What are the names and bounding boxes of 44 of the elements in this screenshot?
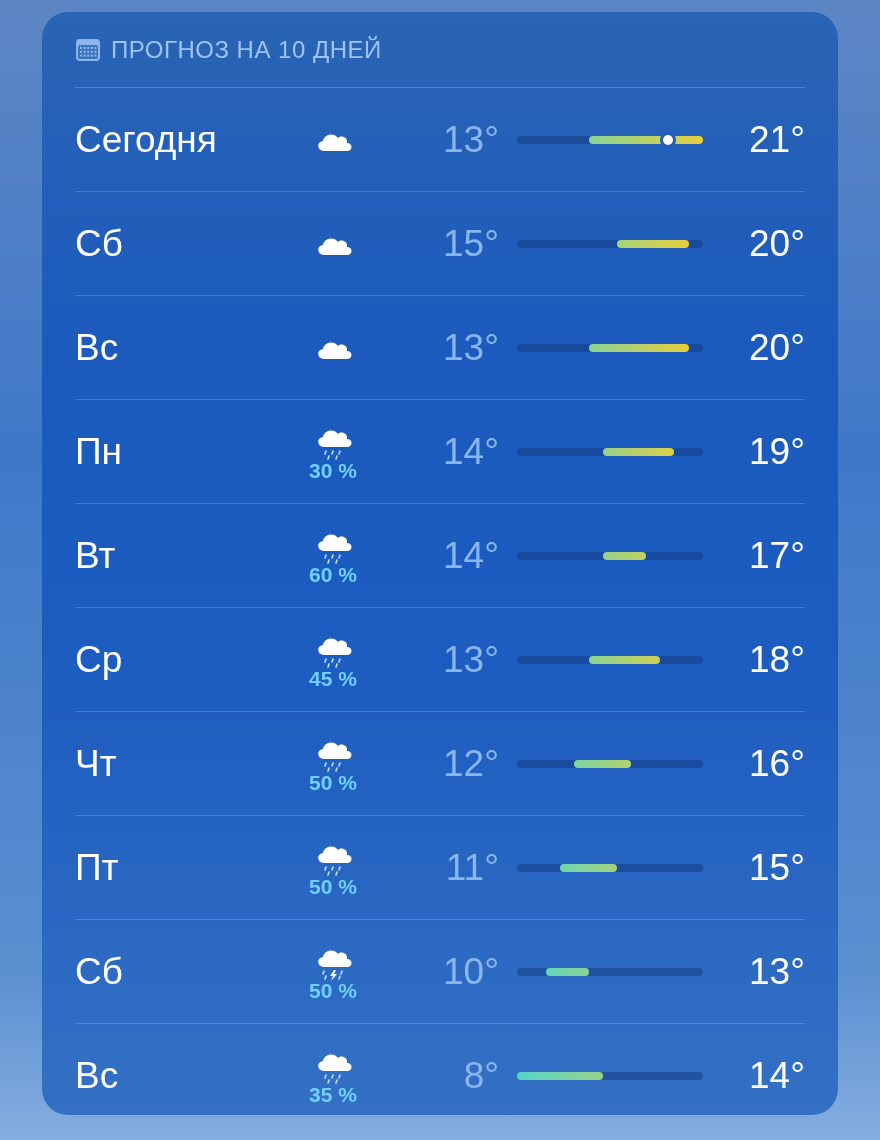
low-temperature: 15° xyxy=(443,222,499,265)
precipitation-chance: 45 % xyxy=(309,666,357,691)
high-temperature: 15° xyxy=(749,846,805,889)
day-label: Вс xyxy=(75,1054,119,1097)
day-label: Сб xyxy=(75,950,123,993)
high-temperature: 16° xyxy=(749,742,805,785)
day-label: Вт xyxy=(75,534,116,577)
day-label: Сб xyxy=(75,222,123,265)
low-temperature: 14° xyxy=(443,430,499,473)
low-temperature: 13° xyxy=(443,638,499,681)
day-label: Вс xyxy=(75,326,119,369)
temperature-range-bar xyxy=(602,551,646,560)
temperature-range-bar xyxy=(574,759,632,768)
precipitation-chance: 30 % xyxy=(309,458,357,483)
temperature-range-bar xyxy=(559,863,618,872)
day-label: Пн xyxy=(75,430,123,473)
precipitation-chance: 50 % xyxy=(309,874,357,899)
high-temperature: 13° xyxy=(749,950,805,993)
high-temperature: 20° xyxy=(749,222,805,265)
high-temperature: 18° xyxy=(749,638,805,681)
day-label: Ср xyxy=(75,638,123,681)
high-temperature: 21° xyxy=(749,118,805,161)
precipitation-chance: 50 % xyxy=(309,978,357,1003)
high-temperature: 17° xyxy=(749,534,805,577)
temperature-range-bar xyxy=(545,967,589,976)
day-label: Пт xyxy=(75,846,119,889)
low-temperature: 13° xyxy=(443,118,499,161)
low-temperature: 14° xyxy=(443,534,499,577)
low-temperature: 12° xyxy=(443,742,499,785)
high-temperature: 19° xyxy=(749,430,805,473)
precipitation-chance: 60 % xyxy=(309,562,357,587)
precipitation-chance: 35 % xyxy=(309,1082,357,1107)
temperature-range-bar xyxy=(617,239,689,248)
calendar-icon xyxy=(75,37,101,62)
precipitation-chance: 50 % xyxy=(309,770,357,795)
card-title: ПРОГНОЗ НА 10 ДНЕЙ xyxy=(111,35,382,64)
low-temperature: 8° xyxy=(463,1054,499,1097)
high-temperature: 20° xyxy=(749,326,805,369)
low-temperature: 11° xyxy=(445,846,499,889)
high-temperature: 14° xyxy=(749,1054,805,1097)
day-label: Чт xyxy=(75,742,117,785)
low-temperature: 13° xyxy=(443,326,499,369)
low-temperature: 10° xyxy=(443,950,499,993)
day-label: Сегодня xyxy=(75,118,217,161)
